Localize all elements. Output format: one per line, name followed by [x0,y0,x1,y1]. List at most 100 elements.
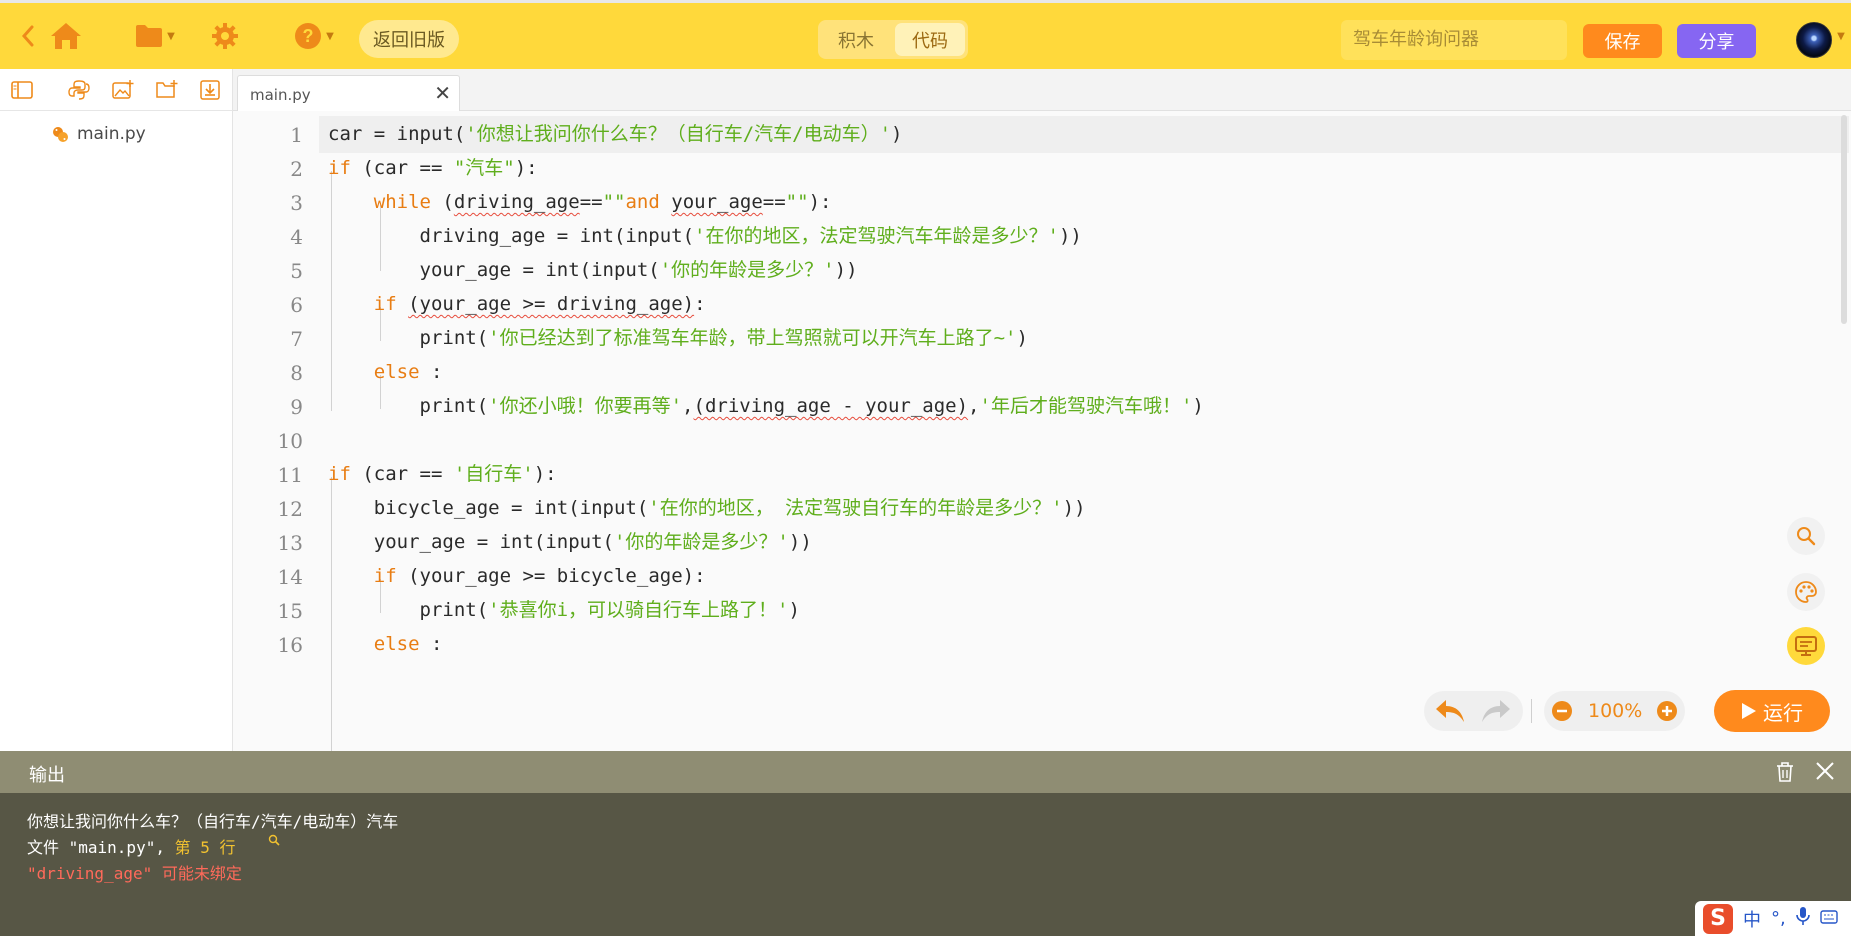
code-line: car = input('你想让我问你什么车？（自行车/汽车/电动车）') [328,123,903,145]
zoom-in-icon[interactable] [1656,700,1678,726]
chevron-down-icon: ▼ [167,30,175,42]
user-avatar[interactable] [1796,22,1832,58]
share-button[interactable]: 分享 [1677,24,1756,58]
line-number: 13 [277,531,303,555]
back-to-old-version-button[interactable]: 返回旧版 [359,20,459,58]
code-line: print('你还小哦！你要再等',(driving_age - your_ag… [328,395,1204,417]
line-number: 5 [290,259,303,283]
file-item-main-py[interactable]: main.py [52,124,146,144]
file-sidebar: main.py [0,69,233,751]
mode-switch: 积木 代码 [818,20,968,59]
run-button[interactable]: 运行 [1714,690,1830,732]
python-icon [53,126,68,142]
sogou-logo-icon: S [1703,903,1733,934]
home-icon[interactable] [48,3,84,69]
output-title: 输出 [29,765,65,786]
code-line: else : [373,361,443,383]
code-line: print('你已经达到了标准驾车年龄，带上驾照就可以开汽车上路了~') [328,327,1028,349]
line-number: 14 [277,565,303,589]
undo-icon[interactable] [1434,698,1466,728]
code-line: your_age = int(input('你的年龄是多少？')) [328,531,812,553]
panel-toggle-icon[interactable] [0,69,44,110]
play-icon [1742,703,1756,719]
output-line: 你想让我问你什么车？（自行车/汽车/电动车）汽车 [27,812,399,831]
search-button[interactable] [1787,517,1825,555]
line-number-gutter: 1 2 3 4 5 6 7 8 9 10 11 12 13 14 15 16 [233,111,316,751]
code-line: driving_age = int(input('在你的地区，法定驾驶汽车年龄是… [328,225,1082,247]
line-number: 2 [290,157,303,181]
close-icon[interactable]: ✕ [434,81,451,105]
ime-punct[interactable]: °, [1771,908,1786,929]
tab-label: main.py [250,86,311,104]
theme-button[interactable] [1787,573,1825,611]
run-label: 运行 [1763,700,1803,725]
code-line: print('恭喜你i，可以骑自行车上路了！') [328,599,800,621]
vertical-scrollbar[interactable] [1841,115,1847,324]
help-menu-button[interactable]: ? ▼ [290,3,338,69]
zoom-control: 100% [1544,691,1685,731]
tab-main-py[interactable]: main.py ✕ [237,75,460,111]
settings-gear-icon[interactable] [208,3,242,69]
line-number: 12 [277,497,303,521]
chevron-down-icon[interactable]: ▼ [1837,31,1845,42]
project-title-input[interactable]: 驾车年龄询问器 [1341,20,1567,60]
search-icon [1797,527,1816,546]
monitor-icon [1795,636,1817,656]
code-line: bicycle_age = int(input('在你的地区， 法定驾驶自行车的… [328,497,1086,519]
search-icon[interactable] [268,831,280,850]
output-line-link[interactable]: 第 5 行 [175,838,236,857]
back-icon[interactable] [18,3,38,69]
line-number: 1 [290,123,303,147]
line-number: 9 [290,395,303,419]
line-number: 8 [290,361,303,385]
output-line: 文件 "main.py", 第 5 行 [27,834,236,858]
divider [1531,699,1532,723]
ime-mode[interactable]: 中 [1743,906,1761,932]
code-line: if (car == "汽车"): [328,157,538,179]
download-icon[interactable] [188,69,232,110]
close-icon[interactable] [1815,761,1835,785]
zoom-out-icon[interactable] [1551,700,1573,726]
console-button[interactable] [1787,627,1825,665]
redo-icon[interactable] [1480,698,1512,728]
line-number: 15 [277,599,303,623]
line-number: 3 [290,191,303,215]
ime-toolbar[interactable]: S 中 °, [1695,901,1851,936]
code-line: your_age = int(input('你的年龄是多少？')) [328,259,858,281]
code-line: else : [373,633,443,655]
chevron-down-icon: ▼ [326,30,334,42]
line-number: 6 [290,293,303,317]
output-file-ref: 文件 "main.py", [27,838,175,857]
line-number: 11 [277,463,303,487]
file-menu-button[interactable]: ▼ [128,3,182,69]
sidebar-toolbar [0,69,232,111]
code-editor[interactable]: 1 2 3 4 5 6 7 8 9 10 11 12 13 14 15 16 c… [233,111,1851,751]
line-number: 4 [290,225,303,249]
output-console: 你想让我问你什么车？（自行车/汽车/电动车）汽车 文件 "main.py", 第… [0,793,1851,936]
keyboard-icon[interactable] [1820,908,1838,929]
undo-redo-group [1424,691,1523,731]
help-icon: ? [295,23,322,49]
code-line: if (your_age >= driving_age): [373,293,706,315]
output-error: "driving_age" 可能未绑定 [27,864,242,883]
save-button[interactable]: 保存 [1583,24,1662,58]
new-folder-icon[interactable] [145,69,189,110]
file-name: main.py [77,124,146,144]
folder-icon [136,25,163,47]
trash-icon[interactable] [1775,761,1795,787]
output-panel-header: 输出 [0,751,1851,793]
tab-blocks[interactable]: 积木 [821,23,891,56]
top-toolbar: ▼ ? ▼ 返回旧版 积木 代码 驾车年龄询问器 保存 分享 ▼ [0,0,1851,69]
tab-code[interactable]: 代码 [895,23,965,56]
line-number: 16 [277,633,303,657]
svg-text:?: ? [303,26,314,46]
editor-tab-bar: main.py ✕ [233,69,1851,111]
microphone-icon[interactable] [1795,906,1810,931]
code-line: while (driving_age==""and your_age==""): [373,191,832,213]
add-image-icon[interactable] [101,69,145,110]
code-line: if (your_age >= bicycle_age): [373,565,706,587]
code-line: if (car == '自行车'): [328,463,557,485]
line-number: 7 [290,327,303,351]
new-python-file-icon[interactable] [58,69,102,110]
zoom-level: 100% [1588,700,1643,722]
